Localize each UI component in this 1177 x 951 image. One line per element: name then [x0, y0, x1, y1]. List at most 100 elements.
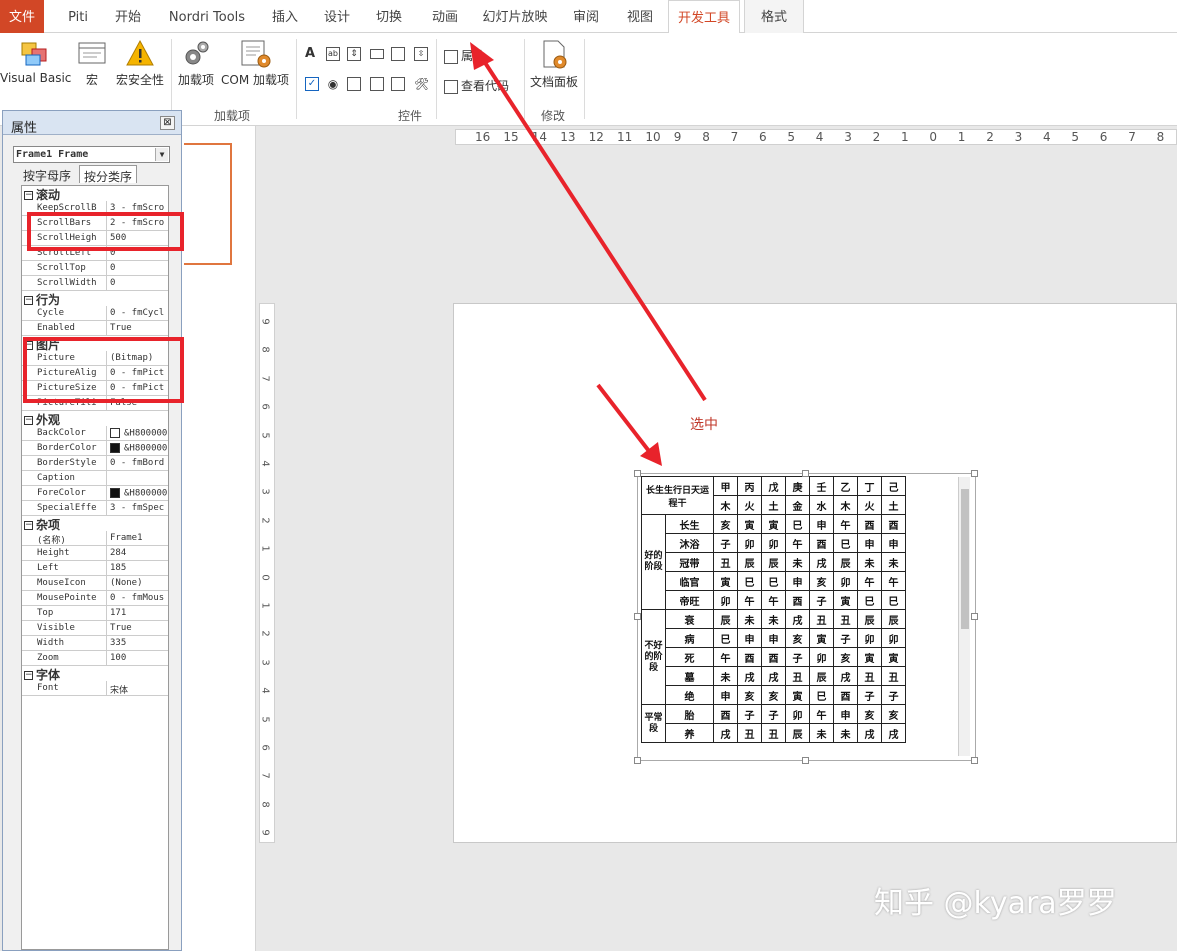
property-value[interactable]: 0 — [108, 261, 168, 275]
tab-9[interactable]: 审阅 — [562, 0, 610, 33]
visual-basic-button[interactable]: Visual Basic — [0, 39, 71, 85]
property-value[interactable]: &H800000 — [108, 441, 168, 455]
resize-handle[interactable] — [971, 757, 978, 764]
property-value[interactable]: &H800000 — [108, 486, 168, 500]
property-category[interactable]: − 外观 — [22, 411, 168, 427]
collapse-icon[interactable]: − — [24, 191, 33, 200]
property-row[interactable]: Font 宋体 — [22, 681, 168, 696]
toggle-control-icon[interactable] — [391, 77, 405, 91]
property-row[interactable]: Height 284 — [22, 546, 168, 561]
radio-control-icon[interactable]: ◉ — [326, 77, 340, 91]
checkbox-control-icon[interactable]: ✓ — [305, 77, 319, 91]
macro-button[interactable]: 宏 — [76, 39, 108, 88]
property-value[interactable]: 171 — [108, 606, 168, 620]
collapse-icon[interactable]: − — [24, 416, 33, 425]
scrollbar-thumb[interactable] — [961, 489, 969, 629]
property-row[interactable]: MouseIcon (None) — [22, 576, 168, 591]
slide-thumbnail[interactable] — [184, 143, 232, 265]
addins-button[interactable]: 加载项 — [176, 39, 216, 88]
tab-11[interactable]: 开发工具 — [668, 0, 740, 34]
property-row[interactable]: ScrollTop 0 — [22, 261, 168, 276]
resize-handle[interactable] — [634, 470, 641, 477]
property-row[interactable]: Left 185 — [22, 561, 168, 576]
resize-handle[interactable] — [802, 757, 809, 764]
property-category[interactable]: − 滚动 — [22, 186, 168, 202]
tab-10[interactable]: 视图 — [616, 0, 664, 33]
textbox-control-icon[interactable]: ab — [326, 47, 340, 61]
property-row[interactable]: MousePointe 0 - fmMous — [22, 591, 168, 606]
view-code-button[interactable]: 查看代码 — [444, 77, 509, 94]
property-row[interactable]: Cycle 0 - fmCycl — [22, 306, 168, 321]
property-row[interactable]: Top 171 — [22, 606, 168, 621]
button-control-icon[interactable] — [370, 49, 384, 59]
property-value[interactable]: True — [108, 321, 168, 335]
property-row[interactable]: (名称) Frame1 — [22, 531, 168, 546]
property-value[interactable]: 335 — [108, 636, 168, 650]
property-row[interactable]: ScrollWidth 0 — [22, 276, 168, 291]
tab-4[interactable]: 插入 — [262, 0, 308, 33]
frame-vertical-scrollbar[interactable] — [958, 477, 970, 756]
property-value[interactable]: 0 - fmCycl — [108, 306, 168, 320]
tab-1[interactable]: Piti — [58, 0, 98, 33]
macro-security-button[interactable]: 宏安全性 — [112, 39, 168, 88]
property-value[interactable]: 0 - fmBord — [108, 456, 168, 470]
resize-handle[interactable] — [971, 470, 978, 477]
combobox-control-icon[interactable] — [347, 77, 361, 91]
property-row[interactable]: BackColor &H800000 — [22, 426, 168, 441]
tab-5[interactable]: 设计 — [314, 0, 360, 33]
property-row[interactable]: BorderStyle 0 - fmBord — [22, 456, 168, 471]
tab-categorized[interactable]: 按分类序 — [79, 165, 138, 184]
property-value[interactable]: 185 — [108, 561, 168, 575]
property-value[interactable]: &H800000 — [108, 426, 168, 440]
tab-0[interactable]: 文件 — [0, 0, 44, 33]
property-value[interactable]: (None) — [108, 576, 168, 590]
chevron-down-icon[interactable]: ▼ — [155, 148, 168, 161]
property-value[interactable]: 100 — [108, 651, 168, 665]
property-value[interactable]: Frame1 — [108, 531, 168, 545]
tab-alphabetic[interactable]: 按字母序 — [19, 165, 75, 183]
property-row[interactable]: Width 335 — [22, 636, 168, 651]
object-selector[interactable]: Frame1 Frame ▼ — [13, 146, 170, 163]
resize-handle[interactable] — [634, 757, 641, 764]
collapse-icon[interactable]: − — [24, 296, 33, 305]
property-row[interactable]: Caption — [22, 471, 168, 486]
property-category[interactable]: − 行为 — [22, 291, 168, 307]
image-control-icon[interactable] — [391, 47, 405, 61]
property-category[interactable]: − 杂项 — [22, 516, 168, 532]
property-row[interactable]: ForeColor &H800000 — [22, 486, 168, 501]
property-value[interactable]: 0 — [108, 276, 168, 290]
tab-6[interactable]: 切换 — [366, 0, 412, 33]
document-panel-button[interactable]: 文档面板 — [528, 39, 580, 90]
property-row[interactable]: Zoom 100 — [22, 651, 168, 666]
tab-8[interactable]: 幻灯片放映 — [474, 0, 556, 33]
property-row[interactable]: Enabled True — [22, 321, 168, 336]
com-addins-button[interactable]: COM 加载项 — [218, 39, 292, 88]
group-separator — [296, 39, 297, 119]
tab-2[interactable]: 开始 — [104, 0, 152, 33]
label-control-icon[interactable]: A — [305, 47, 319, 61]
property-value[interactable]: 宋体 — [108, 681, 168, 695]
scrollbar-control-icon[interactable]: ⇳ — [414, 47, 428, 61]
close-icon[interactable]: ⊠ — [160, 116, 175, 130]
collapse-icon[interactable]: − — [24, 521, 33, 530]
spin-control-icon[interactable]: ⇕ — [347, 47, 361, 61]
listbox-control-icon[interactable] — [370, 77, 384, 91]
property-category[interactable]: − 字体 — [22, 666, 168, 682]
resize-handle[interactable] — [634, 613, 641, 620]
property-row[interactable]: BorderColor &H800000 — [22, 441, 168, 456]
tab-12[interactable]: 格式 — [744, 0, 804, 33]
property-value[interactable]: True — [108, 621, 168, 635]
tab-7[interactable]: 动画 — [418, 0, 472, 33]
property-row[interactable]: SpecialEffe 3 - fmSpec — [22, 501, 168, 516]
property-value[interactable]: 284 — [108, 546, 168, 560]
property-value[interactable] — [108, 471, 168, 485]
resize-handle[interactable] — [802, 470, 809, 477]
property-value[interactable]: 0 - fmMous — [108, 591, 168, 605]
more-controls-icon[interactable]: 🛠 — [414, 77, 429, 91]
property-value[interactable]: 3 - fmSpec — [108, 501, 168, 515]
properties-button[interactable]: 属性 — [444, 47, 485, 64]
collapse-icon[interactable]: − — [24, 671, 33, 680]
property-row[interactable]: Visible True — [22, 621, 168, 636]
tab-3[interactable]: Nordri Tools — [156, 0, 258, 33]
resize-handle[interactable] — [971, 613, 978, 620]
